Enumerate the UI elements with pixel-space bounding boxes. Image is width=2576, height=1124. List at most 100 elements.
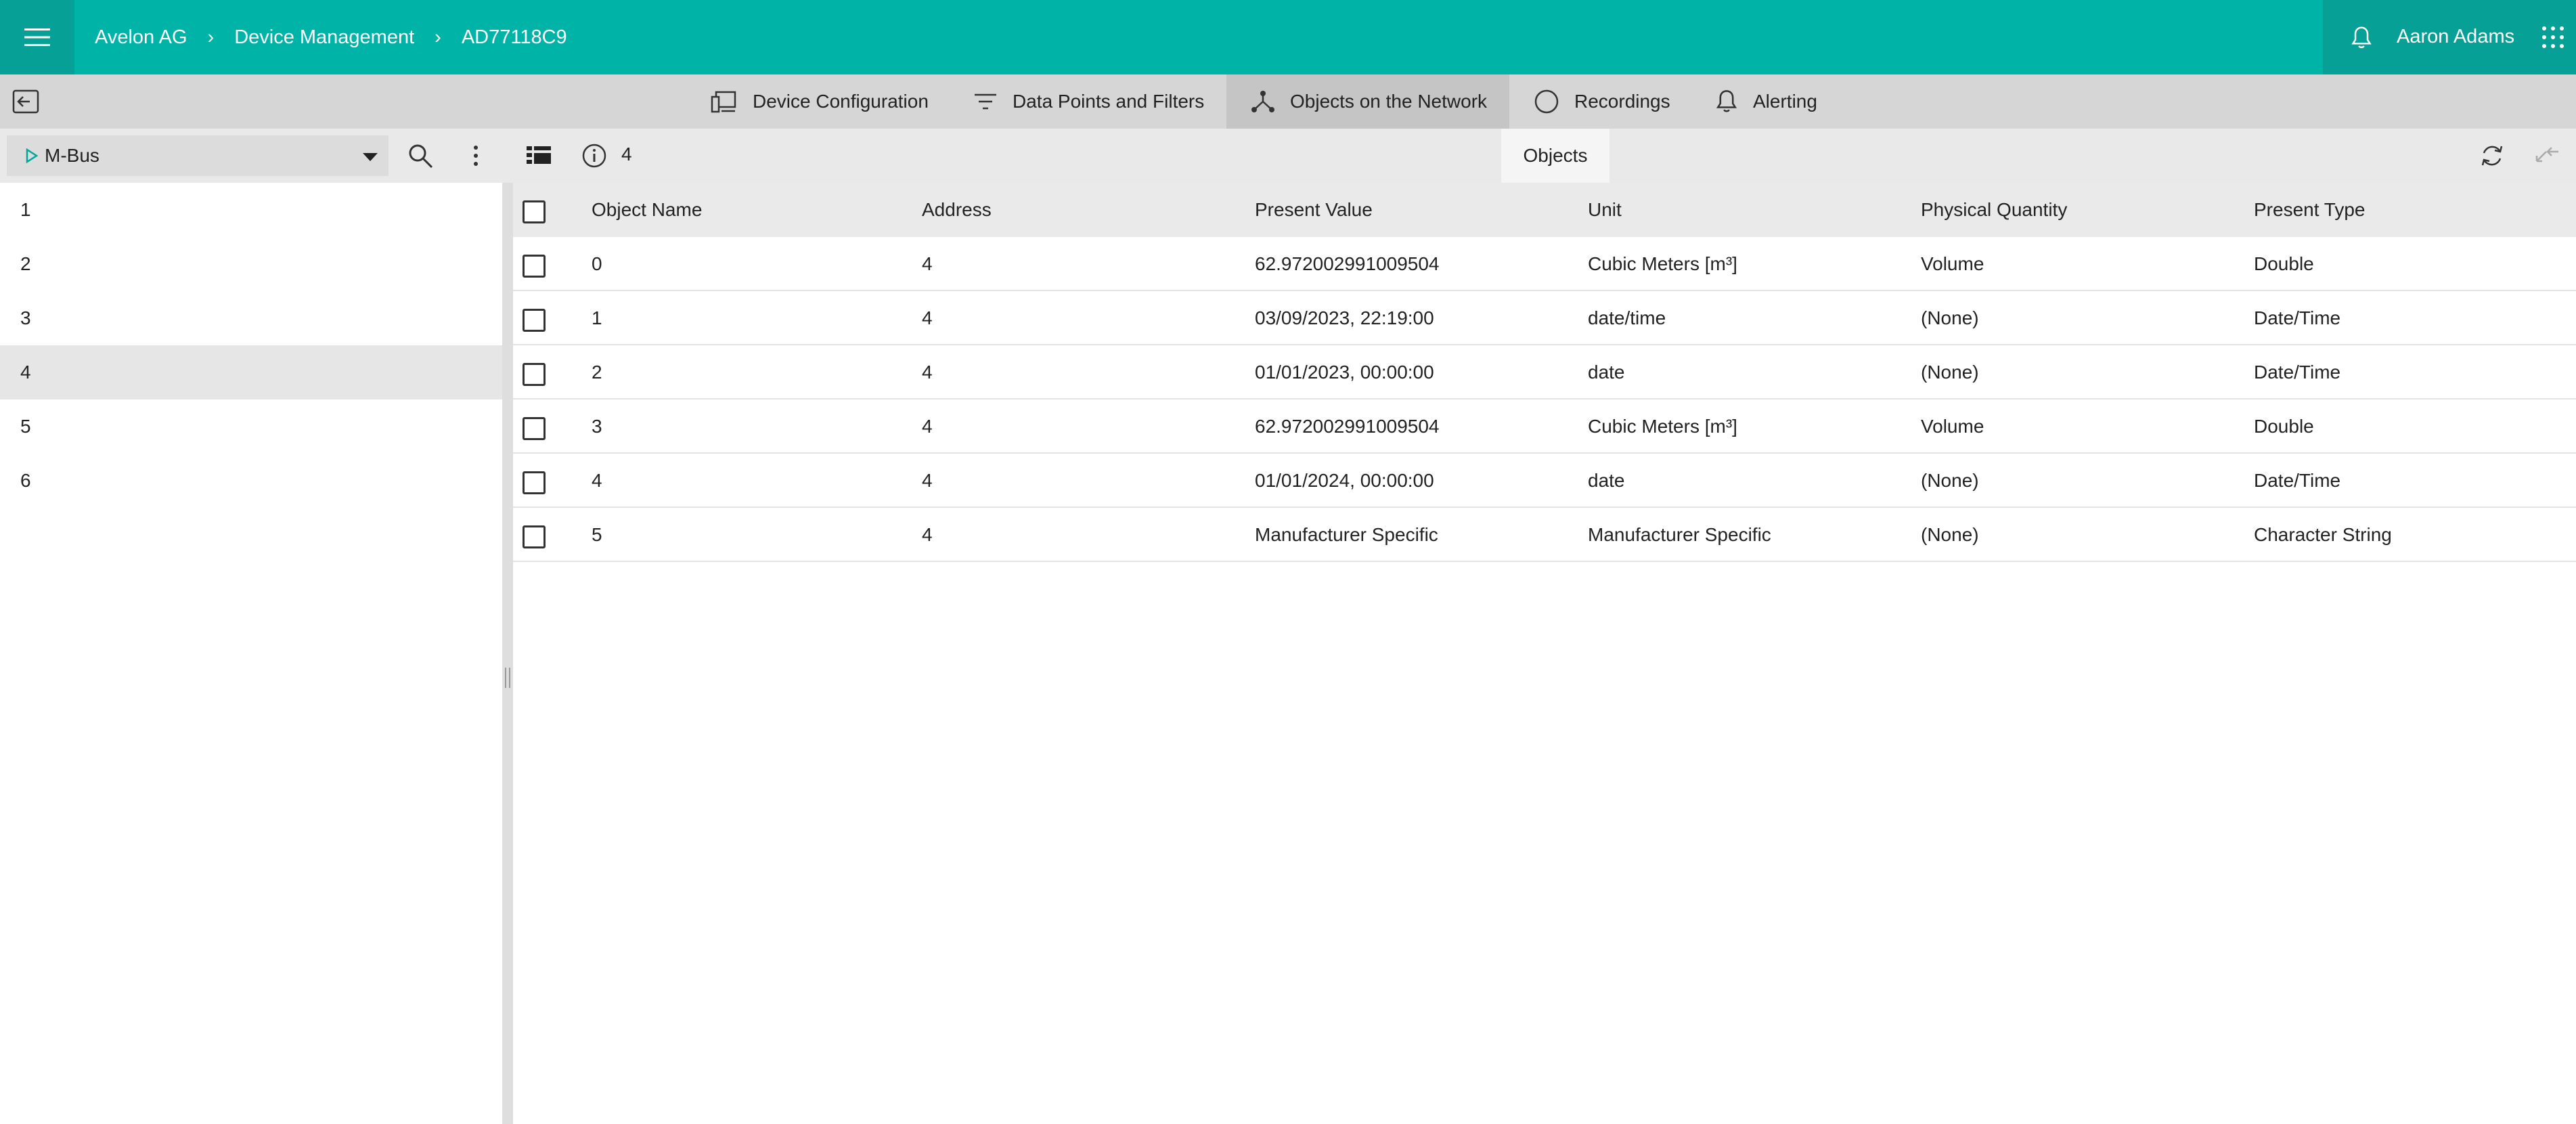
tab-alerting[interactable]: Alerting [1715, 74, 1850, 129]
list-item[interactable]: 6 [0, 454, 502, 508]
tab-objects-on-the-network[interactable]: Objects on the Network [1226, 74, 1509, 129]
more-vertical-icon[interactable] [462, 142, 489, 169]
cell-object-name: 0 [592, 253, 602, 274]
tab-label: Objects on the Network [1290, 91, 1488, 112]
bus-type-value: M-Bus [45, 145, 99, 166]
select-all-checkbox[interactable] [523, 200, 546, 223]
table-row[interactable]: 1 4 03/09/2023, 22:19:00 date/time (None… [513, 291, 2576, 345]
collapse-panel-icon[interactable] [12, 89, 39, 114]
cell-present-value: 01/01/2024, 00:00:00 [1255, 470, 1434, 491]
cell-physical-quantity: Volume [1921, 253, 1984, 274]
table-row[interactable]: 5 4 Manufacturer Specific Manufacturer S… [513, 508, 2576, 562]
list-item[interactable]: 1 [0, 183, 502, 237]
cell-physical-quantity: (None) [1921, 307, 1979, 328]
tab-label: Alerting [1753, 91, 1817, 112]
cell-address: 4 [922, 362, 933, 383]
table-row[interactable]: 3 4 62.972002991009504 Cubic Meters [m³]… [513, 399, 2576, 454]
notifications-bell-icon[interactable] [2350, 26, 2373, 50]
tab-label: Data Points and Filters [1013, 91, 1205, 112]
cell-unit: Cubic Meters [m³] [1588, 253, 1737, 274]
cell-address: 4 [922, 307, 933, 328]
column-header-address[interactable]: Address [922, 183, 992, 237]
breadcrumb-separator: › [207, 26, 215, 48]
drag-handle-icon [505, 668, 510, 688]
tab-device-configuration[interactable]: Device Configuration [711, 74, 941, 129]
refresh-icon[interactable] [2479, 142, 2506, 169]
list-item-selected[interactable]: 4 [0, 345, 502, 399]
row-checkbox[interactable] [523, 525, 546, 548]
cell-object-name: 2 [592, 362, 602, 383]
play-icon [26, 148, 38, 163]
row-checkbox[interactable] [523, 255, 546, 278]
cell-present-value: 01/01/2023, 00:00:00 [1255, 362, 1434, 383]
info-count: 4 [621, 144, 632, 165]
breadcrumb-separator: › [435, 26, 441, 48]
cell-physical-quantity: (None) [1921, 362, 1979, 383]
cell-present-type: Date/Time [2254, 362, 2341, 383]
toolbar: M-Bus 4 Objects [0, 129, 2576, 183]
cell-object-name: 5 [592, 524, 602, 545]
objects-tab[interactable]: Objects [1501, 129, 1609, 183]
cell-present-value: 03/09/2023, 22:19:00 [1255, 307, 1434, 328]
user-name[interactable]: Aaron Adams [2397, 26, 2514, 48]
tab-data-points-and-filters[interactable]: Data Points and Filters [973, 74, 1217, 129]
cell-address: 4 [922, 416, 933, 437]
cell-present-value: 62.972002991009504 [1255, 253, 1440, 274]
cell-unit: Cubic Meters [m³] [1588, 416, 1737, 437]
bell-icon [1716, 90, 1737, 112]
breadcrumb-item-device: AD77118C9 [461, 26, 567, 48]
column-header-unit[interactable]: Unit [1588, 183, 1622, 237]
network-icon [1251, 91, 1274, 112]
breadcrumb-item-device-management[interactable]: Device Management [234, 26, 414, 49]
device-address-list: 1 2 3 4 5 6 [0, 183, 502, 1124]
cell-physical-quantity: (None) [1921, 524, 1979, 545]
hamburger-menu-icon [24, 28, 50, 46]
panel-splitter[interactable] [502, 183, 513, 1124]
cell-object-name: 3 [592, 416, 602, 437]
devices-icon [711, 91, 736, 113]
tab-label: Recordings [1574, 91, 1670, 112]
cell-present-type: Date/Time [2254, 307, 2341, 328]
cell-unit: Manufacturer Specific [1588, 524, 1771, 545]
cell-present-type: Double [2254, 416, 2314, 437]
list-item[interactable]: 5 [0, 399, 502, 454]
cell-present-value: 62.972002991009504 [1255, 416, 1440, 437]
cell-present-type: Date/Time [2254, 470, 2341, 491]
list-item[interactable]: 2 [0, 237, 502, 291]
apps-grid-icon[interactable] [2541, 26, 2564, 49]
objects-table: Object Name Address Present Value Unit P… [513, 183, 2576, 562]
cell-object-name: 4 [592, 470, 602, 491]
breadcrumb: Avelon AG › Device Management › AD77118C… [95, 0, 567, 74]
table-row[interactable]: 0 4 62.972002991009504 Cubic Meters [m³]… [513, 237, 2576, 291]
row-checkbox[interactable] [523, 363, 546, 386]
cell-address: 4 [922, 524, 933, 545]
column-header-present-value[interactable]: Present Value [1255, 183, 1373, 237]
circle-icon [1534, 89, 1559, 114]
cell-address: 4 [922, 253, 933, 274]
column-header-present-type[interactable]: Present Type [2254, 183, 2365, 237]
chevron-down-icon [363, 153, 378, 161]
cell-unit: date [1588, 470, 1625, 491]
tab-recordings[interactable]: Recordings [1534, 74, 1703, 129]
cell-physical-quantity: Volume [1921, 416, 1984, 437]
app-header: Avelon AG › Device Management › AD77118C… [0, 0, 2576, 74]
breadcrumb-item-org[interactable]: Avelon AG [95, 26, 187, 49]
column-header-object-name[interactable]: Object Name [592, 183, 702, 237]
column-header-physical-quantity[interactable]: Physical Quantity [1921, 183, 2067, 237]
cell-object-name: 1 [592, 307, 602, 328]
cell-physical-quantity: (None) [1921, 470, 1979, 491]
list-view-icon[interactable] [525, 142, 552, 169]
table-row[interactable]: 4 4 01/01/2024, 00:00:00 date (None) Dat… [513, 454, 2576, 508]
info-icon[interactable] [581, 142, 608, 169]
row-checkbox[interactable] [523, 471, 546, 494]
menu-button[interactable] [0, 0, 74, 74]
table-row[interactable]: 2 4 01/01/2023, 00:00:00 date (None) Dat… [513, 345, 2576, 399]
row-checkbox[interactable] [523, 309, 546, 332]
list-item[interactable]: 3 [0, 291, 502, 345]
filter-icon [975, 93, 996, 110]
row-checkbox[interactable] [523, 417, 546, 440]
search-icon[interactable] [407, 142, 434, 169]
bus-type-select[interactable]: M-Bus [7, 135, 388, 176]
cell-present-type: Character String [2254, 524, 2392, 545]
cell-address: 4 [922, 470, 933, 491]
